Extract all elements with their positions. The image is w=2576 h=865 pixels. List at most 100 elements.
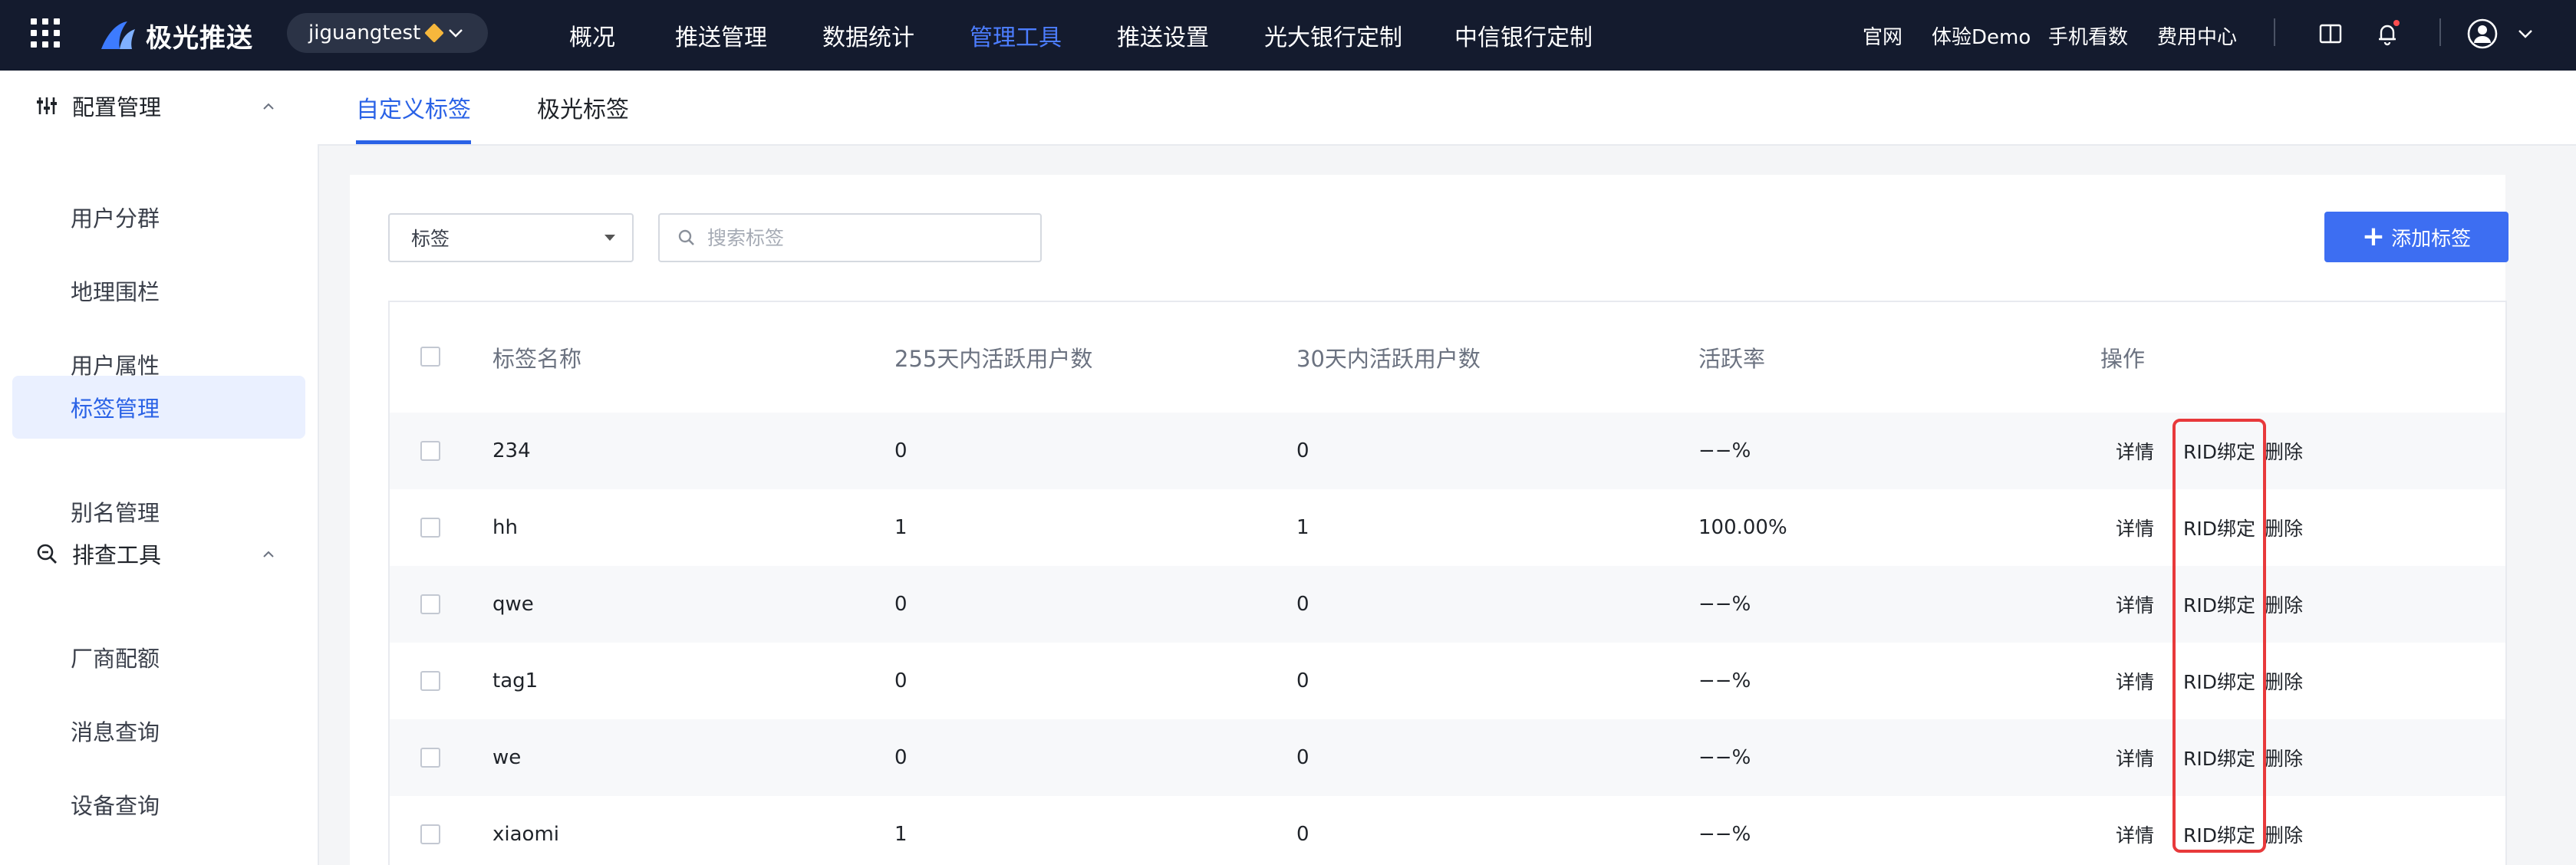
rid-bind-link[interactable]: RID绑定 bbox=[2183, 643, 2255, 719]
sidebar-item-message-query[interactable]: 消息查询 bbox=[12, 699, 305, 762]
details-link[interactable]: 详情 bbox=[2116, 413, 2154, 489]
link-mobile-view[interactable]: 手机看数 bbox=[2048, 0, 2128, 71]
sidebar-item-device-query[interactable]: 设备查询 bbox=[12, 773, 305, 836]
chevron-up-icon bbox=[263, 103, 274, 110]
nav-citic-custom[interactable]: 中信银行定制 bbox=[1454, 0, 1593, 71]
search-input[interactable] bbox=[706, 225, 1031, 250]
cell-active-30: 1 bbox=[1296, 516, 1309, 539]
delete-link[interactable]: 删除 bbox=[2265, 489, 2303, 566]
rid-bind-link[interactable]: RID绑定 bbox=[2183, 796, 2255, 865]
sidebar-group-label: 配置管理 bbox=[72, 94, 162, 120]
table-row: hh 1 1 100.00% 详情 RID绑定 删除 bbox=[390, 489, 2505, 566]
header-active-rate: 活跃率 bbox=[1698, 346, 1766, 372]
rid-bind-link[interactable]: RID绑定 bbox=[2183, 413, 2255, 489]
row-checkbox[interactable] bbox=[420, 441, 440, 461]
nav-push-settings[interactable]: 推送设置 bbox=[1117, 0, 1209, 71]
cell-tag-name: we bbox=[492, 746, 522, 769]
vip-diamond-icon bbox=[424, 23, 445, 43]
sidebar-group-config[interactable]: 配置管理 bbox=[0, 71, 316, 140]
plus-icon: + bbox=[2361, 221, 2386, 252]
add-tag-label: 添加标签 bbox=[2391, 227, 2472, 251]
delete-link[interactable]: 删除 bbox=[2265, 566, 2303, 643]
cell-active-rate: −−% bbox=[1698, 823, 1751, 846]
cell-tag-name: tag1 bbox=[492, 669, 539, 692]
tab-bar: 自定义标签 极光标签 bbox=[318, 71, 2576, 146]
cell-tag-name: xiaomi bbox=[492, 823, 560, 846]
rid-bind-link[interactable]: RID绑定 bbox=[2183, 719, 2255, 796]
rid-bind-link[interactable]: RID绑定 bbox=[2183, 489, 2255, 566]
notification-dot bbox=[2393, 20, 2400, 26]
nav-data-statistics[interactable]: 数据统计 bbox=[822, 0, 914, 71]
aurora-logo-icon bbox=[101, 21, 135, 49]
cell-active-rate: 100.00% bbox=[1698, 516, 1787, 539]
chevron-up-icon bbox=[263, 551, 274, 557]
sidebar-item-vendor-quota[interactable]: 厂商配额 bbox=[12, 626, 305, 689]
nav-overview[interactable]: 概况 bbox=[569, 0, 615, 71]
details-link[interactable]: 详情 bbox=[2116, 489, 2154, 566]
header-tag-name: 标签名称 bbox=[492, 346, 582, 372]
link-official-site[interactable]: 官网 bbox=[1863, 0, 1902, 71]
cell-active-255: 0 bbox=[894, 439, 908, 462]
details-link[interactable]: 详情 bbox=[2116, 566, 2154, 643]
tab-custom-tags[interactable]: 自定义标签 bbox=[356, 71, 471, 144]
search-zoom-icon bbox=[37, 544, 57, 564]
table-row: 234 0 0 −−% 详情 RID绑定 删除 bbox=[390, 413, 2505, 489]
sidebar-item-geofence[interactable]: 地理围栏 bbox=[12, 259, 305, 322]
tags-table: 标签名称 255天内活跃用户数 30天内活跃用户数 活跃率 操作 234 0 0 −−… bbox=[388, 301, 2507, 865]
app-switcher[interactable]: jiguangtest bbox=[287, 13, 488, 53]
cell-active-255: 1 bbox=[894, 516, 908, 539]
chevron-down-icon bbox=[449, 29, 463, 38]
row-checkbox[interactable] bbox=[420, 748, 440, 768]
header-active-255: 255天内活跃用户数 bbox=[894, 346, 1093, 372]
header-actions: 操作 bbox=[2100, 346, 2146, 372]
cell-active-30: 0 bbox=[1296, 823, 1309, 846]
top-navigation-bar: 极光推送 jiguangtest 概况 推送管理 数据统计 管理工具 推送设置 … bbox=[0, 0, 2576, 71]
cell-active-rate: −−% bbox=[1698, 669, 1751, 692]
book-icon[interactable] bbox=[2314, 17, 2347, 51]
row-checkbox[interactable] bbox=[420, 518, 440, 538]
delete-link[interactable]: 删除 bbox=[2265, 643, 2303, 719]
filter-select-value: 标签 bbox=[411, 228, 450, 250]
details-link[interactable]: 详情 bbox=[2116, 796, 2154, 865]
app-grid-icon[interactable] bbox=[31, 18, 60, 48]
delete-link[interactable]: 删除 bbox=[2265, 796, 2303, 865]
nav-management-tools[interactable]: 管理工具 bbox=[970, 0, 1062, 71]
divider bbox=[2439, 18, 2441, 46]
row-checkbox[interactable] bbox=[420, 824, 440, 844]
table-row: xiaomi 1 0 −−% 详情 RID绑定 删除 bbox=[390, 796, 2505, 865]
cell-active-rate: −−% bbox=[1698, 439, 1751, 462]
details-link[interactable]: 详情 bbox=[2116, 719, 2154, 796]
rid-bind-link[interactable]: RID绑定 bbox=[2183, 566, 2255, 643]
add-tag-button[interactable]: + 添加标签 bbox=[2324, 212, 2508, 262]
chevron-down-icon[interactable] bbox=[2508, 17, 2542, 51]
sidebar-item-user-segments[interactable]: 用户分群 bbox=[12, 186, 305, 248]
cell-tag-name: qwe bbox=[492, 593, 534, 616]
row-checkbox[interactable] bbox=[420, 594, 440, 614]
select-all-checkbox[interactable] bbox=[420, 347, 440, 367]
brand-logo[interactable]: 极光推送 bbox=[98, 14, 253, 57]
link-billing-center[interactable]: 费用中心 bbox=[2157, 0, 2237, 71]
nav-push-management[interactable]: 推送管理 bbox=[675, 0, 767, 71]
bell-icon[interactable] bbox=[2370, 17, 2404, 51]
nav-cebbank-custom[interactable]: 光大银行定制 bbox=[1264, 0, 1402, 71]
app-name: jiguangtest bbox=[308, 21, 421, 44]
caret-down-icon bbox=[604, 235, 615, 241]
cell-active-30: 0 bbox=[1296, 746, 1309, 769]
cell-active-255: 0 bbox=[894, 746, 908, 769]
sidebar-item-tag-management[interactable]: 标签管理 bbox=[12, 376, 305, 439]
cell-active-30: 0 bbox=[1296, 439, 1309, 462]
row-checkbox[interactable] bbox=[420, 671, 440, 691]
sidebar: 配置管理 用户分群 地理围栏 用户属性 标签管理 别名管理 排查工具 厂商配额 … bbox=[0, 71, 319, 865]
brand-name: 极光推送 bbox=[146, 22, 253, 54]
delete-link[interactable]: 删除 bbox=[2265, 719, 2303, 796]
link-demo[interactable]: 体验Demo bbox=[1932, 0, 2031, 71]
divider bbox=[2274, 18, 2275, 46]
tab-jiguang-tags[interactable]: 极光标签 bbox=[537, 71, 629, 144]
cell-active-30: 0 bbox=[1296, 593, 1309, 616]
filter-select[interactable]: 标签 bbox=[388, 213, 634, 262]
cell-tag-name: hh bbox=[492, 516, 518, 539]
user-avatar-icon[interactable] bbox=[2466, 17, 2499, 51]
details-link[interactable]: 详情 bbox=[2116, 643, 2154, 719]
delete-link[interactable]: 删除 bbox=[2265, 413, 2303, 489]
sidebar-group-troubleshoot[interactable]: 排查工具 bbox=[0, 519, 316, 588]
